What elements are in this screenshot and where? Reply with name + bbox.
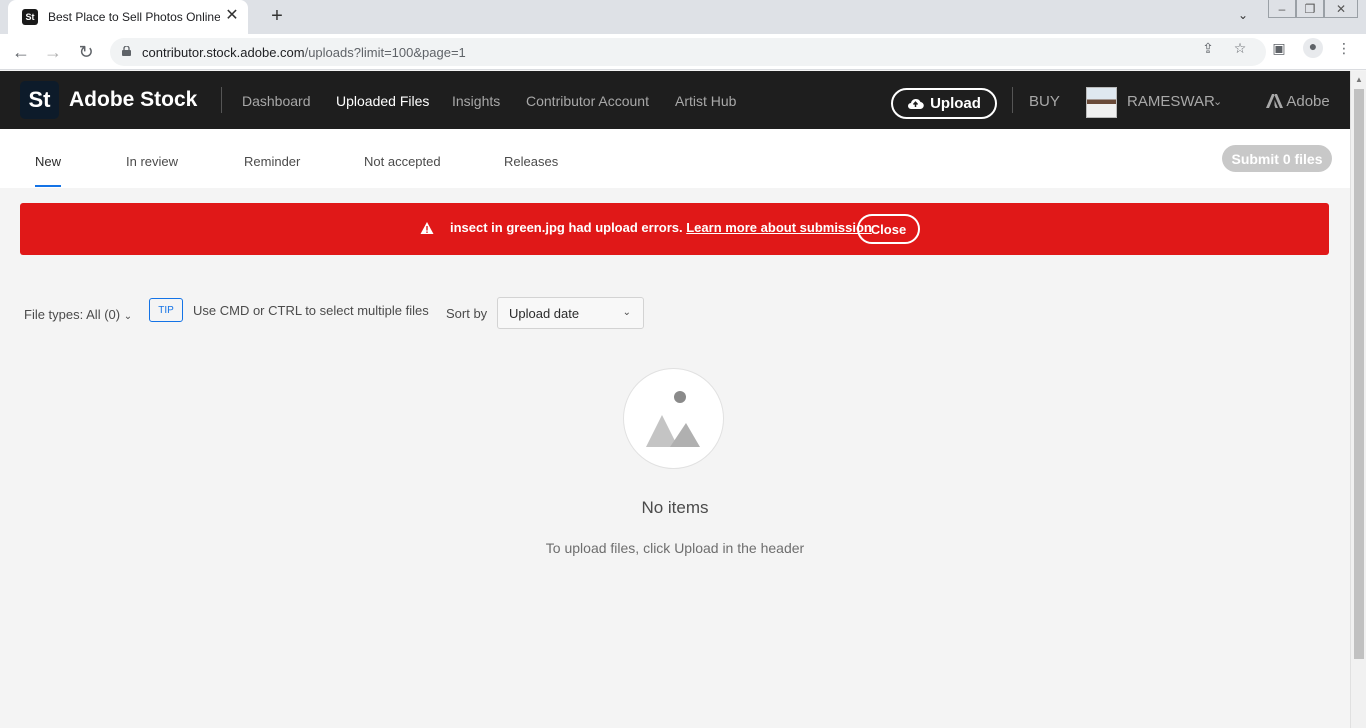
restore-icon[interactable]: ❐	[1296, 0, 1324, 18]
bookmark-star-icon[interactable]: ☆	[1232, 40, 1248, 56]
empty-state-subtitle: To upload files, click Upload in the hea…	[545, 540, 805, 556]
tab-reminder[interactable]: Reminder	[244, 154, 300, 169]
upload-status-tabs: New In review Reminder Not accepted Rele…	[0, 129, 1350, 188]
browser-tab-title: Best Place to Sell Photos Online,	[48, 10, 220, 24]
tab-not-accepted[interactable]: Not accepted	[364, 154, 441, 169]
browser-tab-bar: St Best Place to Sell Photos Online, ✕ +…	[0, 0, 1366, 34]
address-bar[interactable]: contributor.stock.adobe.com/uploads?limi…	[110, 38, 1266, 66]
tab-in-review[interactable]: In review	[126, 154, 178, 169]
sort-value: Upload date	[509, 306, 580, 321]
divider	[1012, 87, 1013, 113]
close-banner-button[interactable]: Close	[857, 214, 920, 244]
sort-by-label: Sort by	[446, 306, 488, 321]
divider	[221, 87, 222, 113]
share-icon[interactable]: ⇪	[1200, 40, 1216, 56]
close-tab-icon[interactable]: ✕	[224, 8, 240, 24]
avatar[interactable]	[1086, 87, 1117, 118]
adobe-logo-icon	[1266, 94, 1283, 108]
lock-icon	[122, 46, 131, 56]
active-tab-indicator	[35, 185, 61, 187]
brand-name[interactable]: Adobe Stock	[69, 88, 197, 112]
learn-more-link[interactable]: Learn more about submission	[686, 220, 872, 235]
side-panel-icon[interactable]: ▣	[1271, 40, 1287, 56]
back-icon[interactable]: ←	[10, 41, 32, 63]
url-text: contributor.stock.adobe.com/uploads?limi…	[142, 45, 466, 60]
chevron-down-icon[interactable]: ⌄	[1213, 95, 1222, 108]
app-header: St Adobe Stock Dashboard Uploaded Files …	[0, 71, 1350, 129]
buy-link[interactable]: BUY	[1029, 93, 1060, 110]
minimize-icon[interactable]: –	[1268, 0, 1296, 18]
upload-error-banner: insect in green.jpg had upload errors. L…	[20, 203, 1329, 255]
chevron-down-icon[interactable]: ⌄	[1238, 8, 1248, 22]
browser-tab[interactable]: St Best Place to Sell Photos Online, ✕	[8, 0, 248, 34]
upload-button[interactable]: Upload	[891, 88, 997, 119]
nav-dashboard[interactable]: Dashboard	[242, 93, 311, 109]
nav-uploaded-files[interactable]: Uploaded Files	[336, 93, 429, 109]
adobe-link[interactable]: Adobe	[1266, 93, 1330, 110]
tip-badge: TIP	[149, 298, 183, 322]
adobe-label: Adobe	[1286, 93, 1330, 110]
nav-artist-hub[interactable]: Artist Hub	[675, 93, 736, 109]
scroll-up-icon[interactable]: ▲	[1355, 75, 1363, 84]
error-message: insect in green.jpg had upload errors. L…	[450, 220, 872, 235]
tip-text: Use CMD or CTRL to select multiple files	[193, 303, 429, 318]
chevron-down-icon: ⌄	[123, 311, 133, 322]
profile-icon[interactable]: ●	[1303, 38, 1323, 58]
nav-insights[interactable]: Insights	[452, 93, 500, 109]
close-window-icon[interactable]: ✕	[1324, 0, 1358, 18]
page-scrollbar[interactable]: ▲	[1350, 71, 1366, 728]
error-text: insect in green.jpg had upload errors.	[450, 220, 683, 235]
submit-files-button[interactable]: Submit 0 files	[1222, 145, 1332, 172]
forward-icon[interactable]: →	[42, 41, 64, 63]
adobe-stock-favicon-icon: St	[22, 9, 38, 25]
upload-label: Upload	[930, 95, 981, 112]
new-tab-icon[interactable]: +	[266, 5, 288, 27]
scrollbar-thumb[interactable]	[1354, 89, 1364, 659]
tab-new[interactable]: New	[35, 154, 61, 169]
nav-contributor-account[interactable]: Contributor Account	[526, 93, 649, 109]
cloud-upload-icon	[908, 98, 924, 110]
empty-image-placeholder	[623, 368, 724, 469]
image-placeholder-icon	[646, 391, 700, 447]
empty-state-title: No items	[641, 498, 709, 517]
reload-icon[interactable]: ↻	[75, 41, 97, 63]
adobe-stock-logo[interactable]: St	[20, 81, 59, 119]
sort-select[interactable]: Upload date ⌄	[497, 297, 644, 329]
browser-toolbar: ← → ↻ contributor.stock.adobe.com/upload…	[0, 34, 1366, 70]
warning-icon	[420, 222, 434, 234]
username[interactable]: RAMESWAR	[1127, 93, 1215, 110]
chevron-down-icon: ⌄	[622, 307, 631, 318]
file-types-filter[interactable]: File types: All (0) ⌄	[24, 307, 132, 322]
more-menu-icon[interactable]: ⋮	[1336, 40, 1352, 56]
tab-releases[interactable]: Releases	[504, 154, 558, 169]
file-types-label: File types: All (0)	[24, 307, 121, 322]
